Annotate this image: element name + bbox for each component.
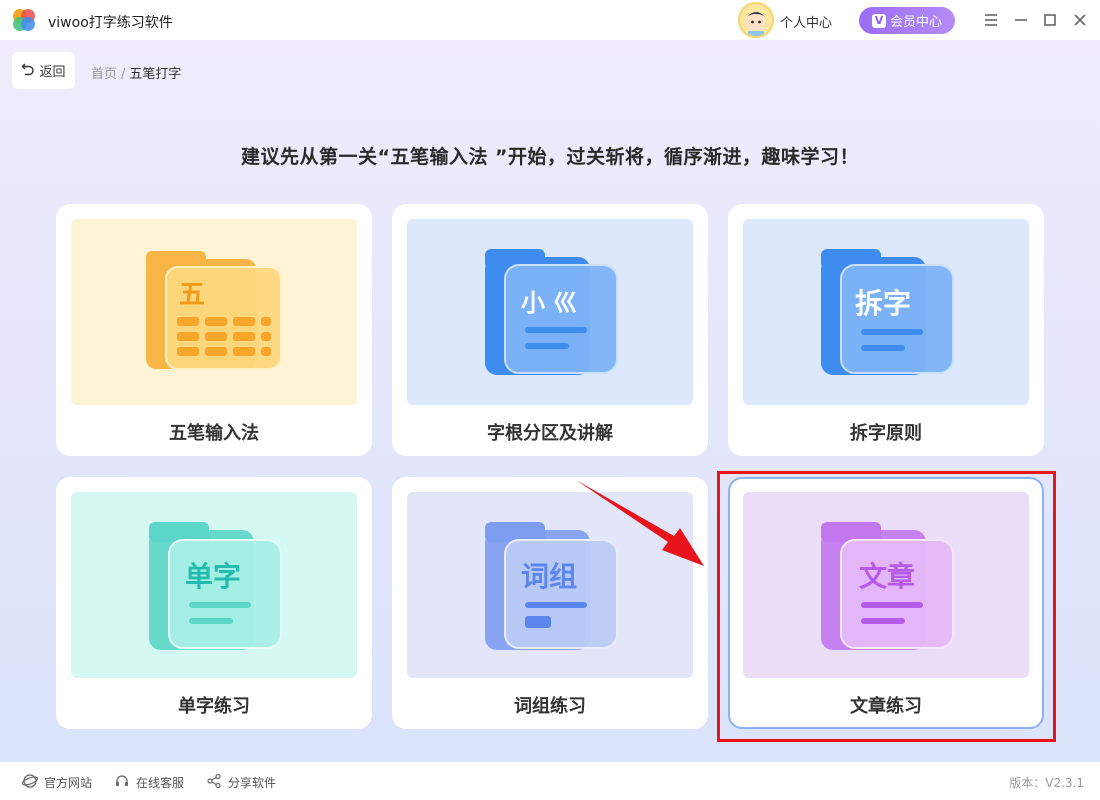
- back-label: 返回: [39, 65, 66, 80]
- user-center-link[interactable]: 个人中心: [780, 12, 832, 31]
- folder-single-char-icon: 单字: [149, 522, 282, 650]
- share-software-label: 分享软件: [228, 776, 277, 790]
- page-headline: 建议先从第一关“五笔输入法 ”开始，过关斩将，循序渐进，趣味学习！: [240, 146, 860, 168]
- globe-icon: [21, 773, 39, 792]
- app-logo-icon: [10, 6, 38, 34]
- card-icon-text: 单字: [185, 560, 241, 593]
- user-avatar[interactable]: [738, 2, 774, 38]
- card-icon-text: 文章: [859, 560, 915, 593]
- vip-badge-icon: V: [871, 13, 886, 28]
- card-radicals[interactable]: 小 巛 字根分区及讲解: [392, 204, 708, 456]
- version-number: V2.3.1: [1045, 776, 1084, 790]
- card-label: 拆字原则: [850, 423, 922, 444]
- breadcrumb-separator: /: [121, 67, 126, 82]
- folder-wubi-icon: 五: [146, 251, 282, 370]
- back-arrow-icon: [21, 62, 35, 80]
- app-title: viwoo打字练习软件: [48, 15, 173, 31]
- card-icon-text: 拆字: [855, 287, 911, 320]
- maximize-icon[interactable]: [1040, 10, 1060, 30]
- folder-decompose-icon: 拆字: [821, 249, 954, 375]
- folder-article-icon: 文章: [821, 522, 954, 650]
- version-info: 版本：V2.3.1: [1009, 774, 1084, 791]
- card-icon-text: 词组: [521, 560, 577, 593]
- card-label: 五笔输入法: [169, 423, 259, 444]
- minimize-icon[interactable]: [1011, 10, 1031, 30]
- online-support-link[interactable]: 在线客服: [114, 773, 184, 792]
- breadcrumb: 首页 / 五笔打字: [91, 63, 181, 82]
- card-wubi-input[interactable]: 五 五笔输入法: [56, 204, 372, 456]
- card-art: 小 巛: [407, 219, 693, 405]
- vip-center-button[interactable]: V 会员中心: [859, 7, 955, 34]
- official-site-label: 官方网站: [44, 776, 93, 790]
- card-label: 字根分区及讲解: [487, 423, 613, 444]
- annotation-arrow-icon: [576, 480, 704, 566]
- card-art: 拆字: [743, 219, 1029, 405]
- version-label: 版本：: [1009, 776, 1046, 790]
- card-art: 文章: [743, 492, 1029, 678]
- share-icon: [206, 773, 222, 792]
- vip-center-label: 会员中心: [889, 15, 942, 30]
- footer: 官方网站 在线客服 分享软件 版本：V2.3.1: [0, 762, 1100, 800]
- close-icon[interactable]: [1070, 10, 1090, 30]
- share-software-link[interactable]: 分享软件: [206, 773, 276, 792]
- online-support-label: 在线客服: [136, 776, 185, 790]
- folder-radicals-icon: 小 巛: [485, 249, 618, 375]
- menu-icon[interactable]: [981, 10, 1001, 30]
- card-label: 词组练习: [514, 696, 586, 717]
- breadcrumb-home[interactable]: 首页: [91, 67, 117, 82]
- card-art: 五: [71, 219, 357, 405]
- card-article-practice[interactable]: 文章 文章练习: [728, 477, 1044, 729]
- title-bar: viwoo打字练习软件 个人中心 V 会员中心: [0, 0, 1100, 40]
- card-icon-text: 小 巛: [521, 289, 577, 317]
- card-single-char-practice[interactable]: 单字 单字练习: [56, 477, 372, 729]
- card-label: 文章练习: [850, 696, 922, 717]
- breadcrumb-current: 五笔打字: [129, 67, 182, 82]
- card-label: 单字练习: [178, 696, 250, 717]
- card-icon-text: 五: [179, 280, 205, 310]
- back-button[interactable]: 返回: [12, 52, 75, 89]
- headset-icon: [114, 773, 130, 792]
- card-art: 单字: [71, 492, 357, 678]
- official-site-link[interactable]: 官方网站: [21, 773, 93, 792]
- card-decompose-rules[interactable]: 拆字 拆字原则: [728, 204, 1044, 456]
